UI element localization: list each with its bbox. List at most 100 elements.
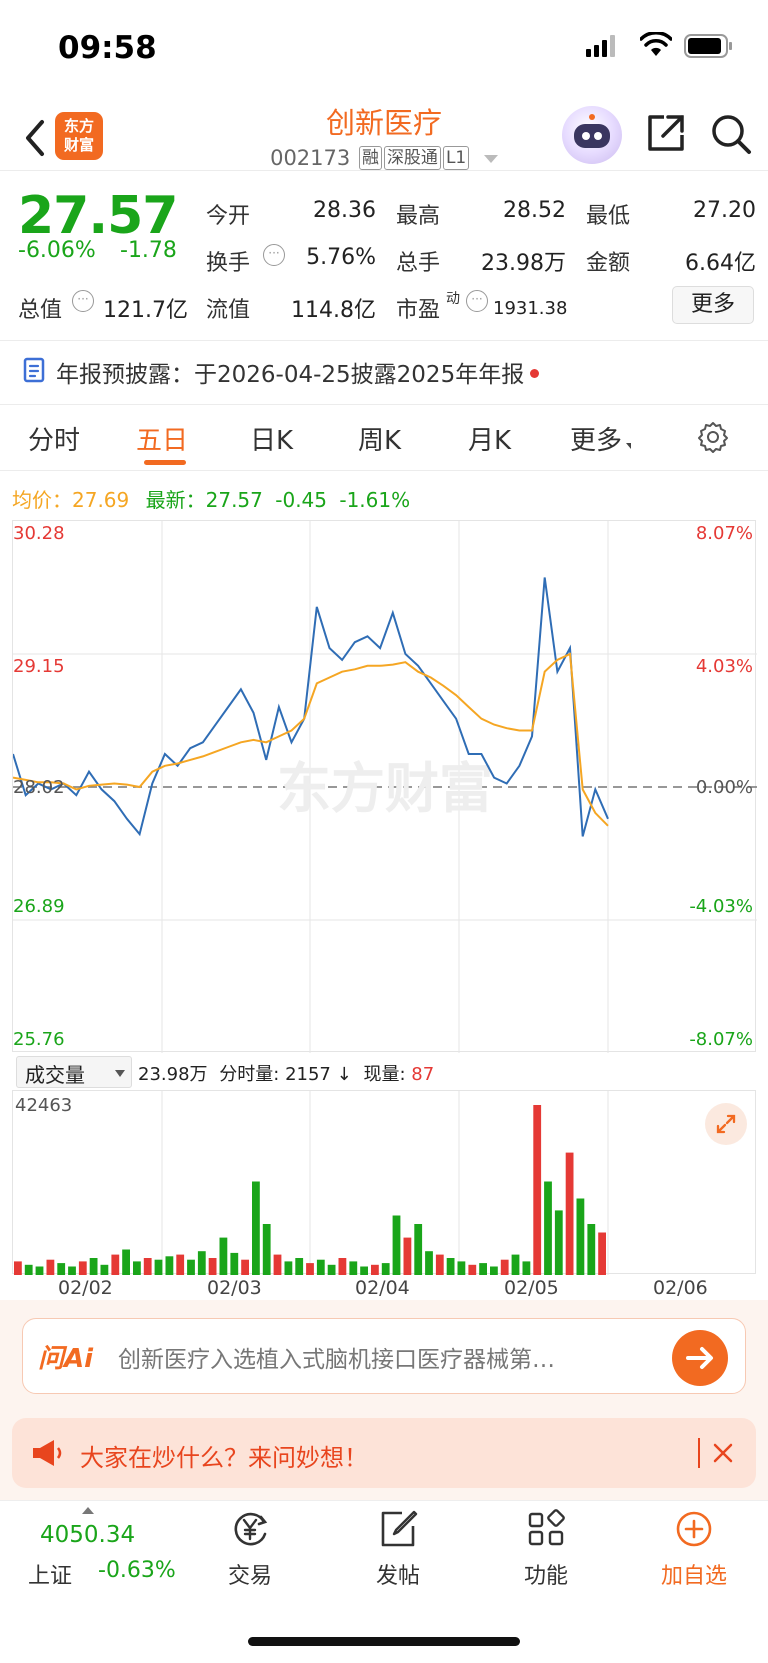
expand-chart-button[interactable] (705, 1103, 747, 1145)
volume-bar (122, 1249, 130, 1275)
nav-add-label[interactable]: 加自选 (644, 1558, 744, 1590)
ai-assistant-avatar[interactable] (562, 106, 622, 164)
volume-bar (306, 1263, 314, 1275)
nav-post[interactable] (348, 1508, 448, 1554)
tab-daily-k[interactable]: 日K (250, 420, 293, 457)
volume-bar (565, 1152, 574, 1275)
volume-bar (187, 1259, 195, 1275)
latest-price: 27.57 (205, 488, 263, 512)
volume-bar (262, 1224, 271, 1275)
volume-bar (154, 1259, 163, 1275)
index-change[interactable]: -0.63% (98, 1558, 176, 1583)
volume-bar (598, 1232, 606, 1275)
more-triangle-icon (626, 443, 632, 449)
volume-bar (295, 1258, 304, 1275)
volume-bar (511, 1254, 520, 1275)
close-icon[interactable] (712, 1442, 734, 1464)
y-left-tick-2: 28.02 (13, 777, 65, 798)
info-icon[interactable]: ··· (466, 290, 488, 312)
index-up-arrow-icon (82, 1507, 94, 1514)
volume-value: 23.98万 (481, 251, 566, 276)
price-chart[interactable]: 东方财富 30.28 29.15 28.02 26.89 25.76 8.07%… (12, 520, 757, 1053)
volume-bar (403, 1237, 412, 1275)
tag-margin: 融 (358, 146, 382, 170)
minute-volume: 2157 (285, 1064, 331, 1085)
volume-bar (68, 1266, 76, 1275)
volume-bar (35, 1266, 44, 1275)
volume-bar (252, 1181, 260, 1275)
ask-ai-logo: 问Ai (38, 1344, 94, 1374)
ai-submit-button[interactable] (672, 1330, 728, 1386)
nav-add-watchlist[interactable] (644, 1508, 744, 1554)
total-volume: 23.98万 (138, 1064, 208, 1085)
tab-monthly-k[interactable]: 月K (468, 420, 511, 457)
volume-chart[interactable]: 42463 (12, 1090, 756, 1275)
current-volume: 87 (411, 1064, 435, 1085)
volume-bar (425, 1251, 433, 1275)
volume-bar (544, 1181, 552, 1275)
tab-weekly-k[interactable]: 周K (358, 420, 401, 457)
info-icon[interactable]: ··· (72, 290, 94, 312)
settings-gear-icon[interactable] (696, 420, 730, 454)
more-quote-button[interactable]: 更多 (672, 286, 754, 324)
volume-bar (24, 1264, 33, 1275)
turnover-value: 5.76% (306, 245, 376, 270)
tab-five-day[interactable]: 五日 (136, 420, 188, 457)
volume-bar (89, 1258, 98, 1275)
float-cap-value: 114.8亿 (291, 298, 376, 323)
volume-bar (349, 1261, 358, 1275)
y-right-tick-3: -4.03% (689, 896, 753, 917)
index-value[interactable]: 4050.34 (40, 1522, 135, 1548)
index-name[interactable]: 上证 (28, 1558, 72, 1590)
volume-label: 总手 (396, 251, 441, 276)
volume-bar (371, 1264, 379, 1275)
promo-text[interactable]: 大家在炒什么？来问妙想！ (80, 1438, 368, 1473)
y-left-tick-1: 29.15 (13, 656, 65, 677)
tab-more[interactable]: 更多 (570, 420, 632, 457)
volume-bar (133, 1261, 141, 1275)
open-value: 28.36 (313, 198, 376, 223)
volume-bar (46, 1259, 55, 1275)
x-date-3: 02/05 (504, 1277, 559, 1299)
pe-value: 1931.38 (493, 298, 568, 319)
search-icon[interactable] (710, 113, 752, 155)
volume-bar (338, 1258, 347, 1275)
nav-post-label[interactable]: 发帖 (348, 1558, 448, 1590)
change-percent: -6.06% (18, 238, 96, 263)
stock-switch-dropdown-icon[interactable] (483, 155, 498, 163)
nav-function-label[interactable]: 功能 (496, 1558, 596, 1590)
volume-indicator-select[interactable]: 成交量 (16, 1056, 132, 1088)
battery-icon (684, 34, 732, 58)
volume-bar (230, 1252, 239, 1275)
latest-change: -0.45 (275, 488, 327, 512)
volume-bar (533, 1105, 542, 1275)
volume-bar (446, 1258, 455, 1275)
volume-bar (57, 1263, 66, 1275)
annual-report-notice[interactable]: 年报预披露：于2026-04-25披露2025年年报 (56, 355, 540, 389)
share-icon[interactable] (646, 113, 686, 153)
volume-bar (554, 1210, 563, 1275)
y-right-tick-0: 8.07% (695, 523, 753, 544)
nav-trade-label[interactable]: 交易 (200, 1558, 300, 1590)
nav-trade[interactable] (200, 1508, 300, 1554)
stock-code: 002173 (270, 146, 351, 170)
nav-function[interactable] (496, 1508, 596, 1554)
trade-yen-icon (234, 1512, 268, 1546)
avg-price: 27.69 (72, 488, 130, 512)
volume-bar (316, 1259, 325, 1275)
volume-bar (435, 1254, 444, 1275)
x-date-4: 02/06 (653, 1277, 708, 1299)
volume-bar (392, 1215, 401, 1275)
edit-post-icon (381, 1510, 418, 1547)
active-tab-indicator (144, 460, 186, 465)
change-amount: -1.78 (120, 238, 177, 263)
chart-legend: 均价：27.69 最新：27.57 -0.45 -1.61% (12, 488, 411, 512)
divider (698, 1438, 700, 1468)
status-time: 09:58 (58, 30, 157, 66)
volume-bar (468, 1264, 477, 1275)
x-date-2: 02/04 (355, 1277, 410, 1299)
volume-chart-svg (14, 1091, 609, 1275)
tab-intraday[interactable]: 分时 (28, 420, 80, 457)
low-label: 最低 (586, 204, 631, 229)
ai-suggestion-text[interactable]: 创新医疗入选植入式脑机接口医疗器械第… (118, 1340, 555, 1374)
